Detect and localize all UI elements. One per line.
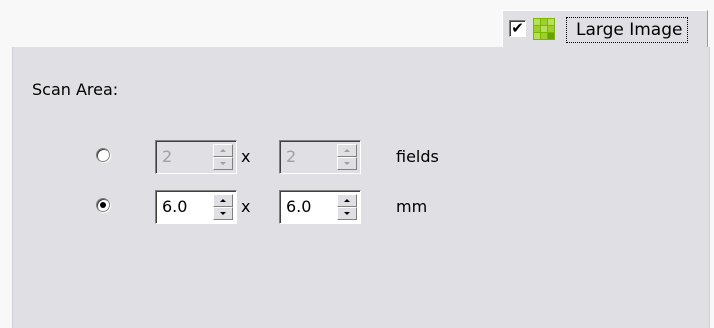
mm-width-value[interactable]: 6.0 [162,191,187,223]
mm-height-down-button[interactable] [337,207,357,220]
fields-height-value: 2 [286,147,297,166]
radio-selected-dot [100,202,106,208]
fields-width-down-button[interactable] [213,157,233,170]
mm-width-stepper[interactable]: 6.0 [155,190,237,224]
mm-height-stepper[interactable]: 6.0 [279,190,361,224]
arrow-down-icon [220,162,226,165]
mm-width-up-button[interactable] [213,194,233,207]
large-image-checkbox[interactable]: ✔ [509,20,526,37]
fields-width-up-button[interactable] [213,144,233,157]
radio-mm[interactable] [96,198,110,212]
mm-height-value[interactable]: 6.0 [286,191,311,223]
arrow-down-icon [344,212,350,215]
mm-width-down-button[interactable] [213,207,233,220]
arrow-down-icon [344,162,350,165]
fields-height-stepper[interactable]: 2 [279,140,361,174]
arrow-up-icon [344,199,350,202]
arrow-down-icon [220,212,226,215]
fields-times-separator: x [241,147,251,166]
mm-height-up-button[interactable] [337,194,357,207]
fields-height-down-button[interactable] [337,157,357,170]
scan-area-label: Scan Area: [32,80,119,99]
radio-fields[interactable] [96,148,110,162]
mm-unit-label: mm [396,197,428,216]
fields-width-stepper[interactable]: 2 [155,140,237,174]
fields-height-up-button[interactable] [337,144,357,157]
fields-width-value: 2 [162,147,173,166]
mm-times-separator: x [241,197,251,216]
large-image-grid-icon [533,18,555,40]
arrow-up-icon [220,149,226,152]
arrow-up-icon [344,149,350,152]
tab-label[interactable]: Large Image [566,17,689,43]
arrow-up-icon [220,199,226,202]
tab-large-image[interactable]: ✔ Large Image [502,10,708,47]
fields-unit-label: fields [396,147,439,166]
